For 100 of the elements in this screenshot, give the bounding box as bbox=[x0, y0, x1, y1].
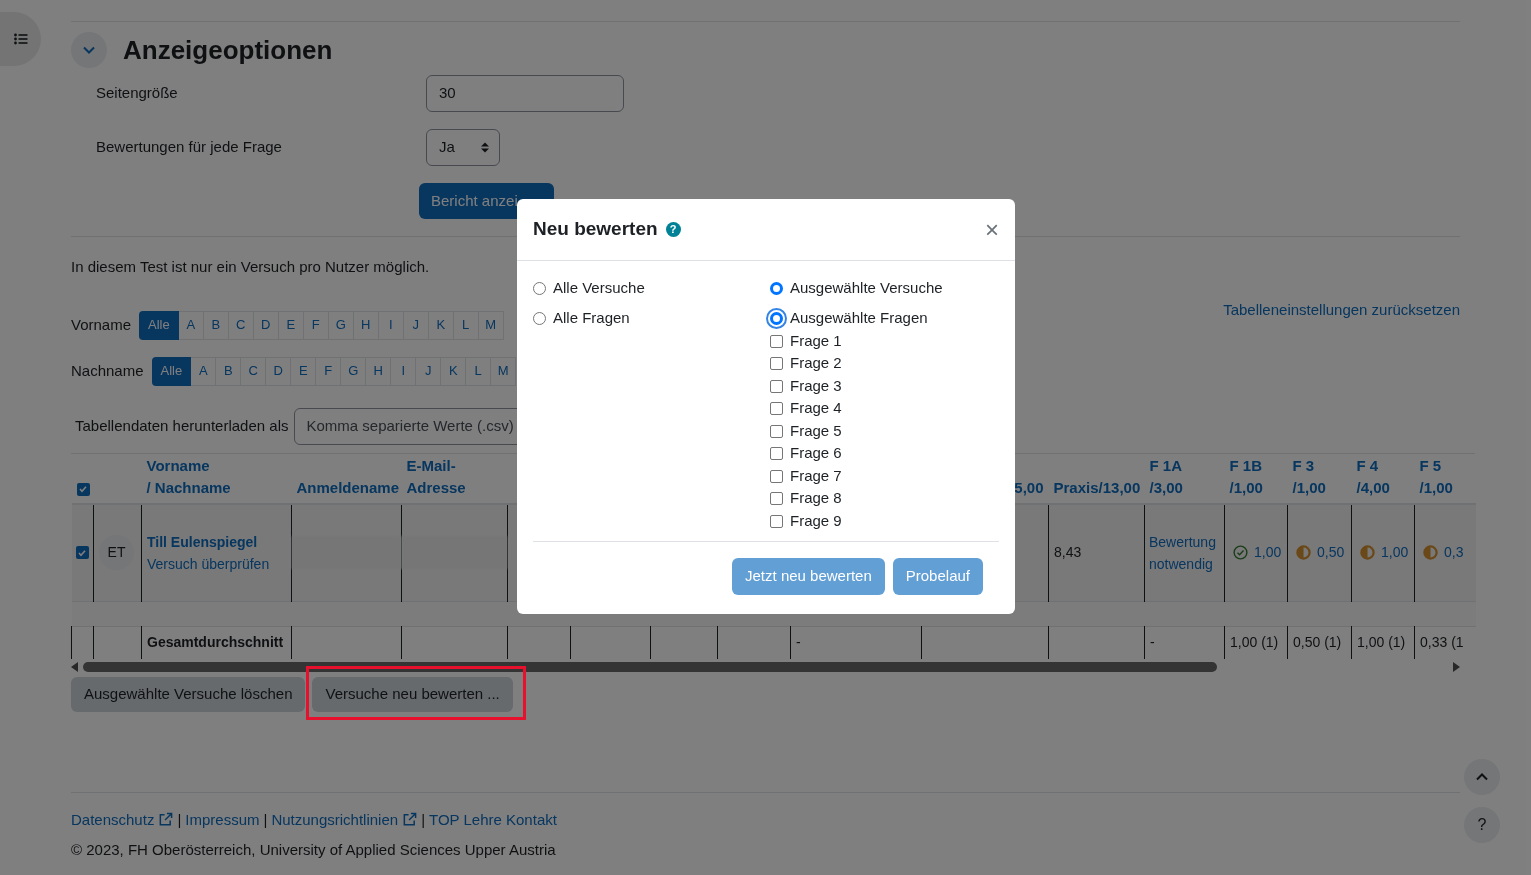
letter-filter[interactable]: I bbox=[378, 310, 404, 340]
info-text: In diesem Test ist nur ein Versuch pro Nutzer möglich. bbox=[71, 257, 431, 277]
column-header[interactable]: F 4 bbox=[1356, 454, 1410, 477]
letter-filter[interactable]: J bbox=[416, 356, 442, 386]
filter-label: Vorname bbox=[71, 314, 132, 335]
radio-button[interactable] bbox=[533, 282, 546, 295]
scroll-right-icon[interactable] bbox=[1452, 661, 1460, 672]
letter-filter[interactable]: D bbox=[253, 310, 279, 340]
letter-filter[interactable]: H bbox=[366, 356, 392, 386]
check-circle-icon bbox=[1233, 545, 1248, 561]
column-header[interactable]: F 1B bbox=[1229, 454, 1283, 477]
checkbox[interactable] bbox=[770, 357, 783, 370]
reset-link[interactable]: Tabelleneinstellungen zurücksetzen bbox=[1223, 298, 1460, 317]
letter-filter[interactable]: E bbox=[291, 356, 317, 386]
external-link-icon bbox=[158, 812, 174, 828]
table-cell: 0,50 (1) bbox=[1293, 634, 1342, 651]
close-button[interactable]: × bbox=[985, 217, 999, 242]
grade-link[interactable]: 0,50 bbox=[1317, 542, 1345, 564]
checkbox[interactable] bbox=[770, 424, 783, 438]
footer-link[interactable]: Impressum bbox=[185, 808, 260, 831]
checkbox[interactable] bbox=[75, 546, 89, 559]
select-field[interactable]: Ja bbox=[426, 129, 500, 166]
help-button[interactable]: ? bbox=[1464, 807, 1500, 843]
action-button[interactable]: Versuche neu bewerten ... bbox=[312, 676, 513, 712]
letter-filter[interactable]: A bbox=[178, 310, 204, 340]
footer-link[interactable]: TOP Lehre Kontakt bbox=[429, 808, 557, 831]
input-field[interactable]: 30 bbox=[426, 75, 624, 112]
column-header[interactable]: Praxis/13,00 bbox=[1053, 476, 1140, 499]
letter-filter[interactable]: H bbox=[353, 310, 379, 340]
letter-filter[interactable]: K bbox=[428, 310, 454, 340]
review-attempt-link[interactable]: Versuch überprüfen bbox=[147, 552, 286, 575]
table-cell: 8,43 bbox=[1054, 544, 1082, 561]
sort-icon bbox=[481, 142, 489, 153]
footer-link[interactable]: Datenschutz bbox=[71, 808, 174, 831]
letter-filter[interactable]: J bbox=[403, 310, 429, 340]
letter-filter[interactable]: D bbox=[266, 356, 292, 386]
grade-link[interactable]: 1,00 bbox=[1381, 542, 1409, 564]
table-cell: 1,00 (1) bbox=[1357, 634, 1406, 651]
letter-filter[interactable]: G bbox=[341, 356, 367, 386]
letter-filter[interactable]: L bbox=[453, 310, 479, 340]
question-label: Frage 5 bbox=[790, 420, 842, 441]
checkbox[interactable] bbox=[770, 469, 783, 483]
scrollbar-thumb[interactable] bbox=[83, 661, 1217, 672]
radio-button[interactable] bbox=[533, 312, 546, 325]
checkbox[interactable] bbox=[770, 334, 783, 348]
letter-filter[interactable]: A bbox=[191, 356, 217, 386]
column-header[interactable]: Adresse bbox=[406, 476, 503, 499]
letter-filter[interactable]: C bbox=[228, 310, 254, 340]
question-label: Frage 8 bbox=[790, 488, 842, 509]
column-header[interactable]: Vorname bbox=[146, 454, 287, 477]
help-icon[interactable]: ? bbox=[665, 222, 681, 237]
letter-filter[interactable]: Alle bbox=[151, 356, 192, 386]
letter-filter[interactable]: G bbox=[328, 310, 354, 340]
column-header[interactable]: F 1A bbox=[1149, 454, 1220, 477]
checkbox[interactable] bbox=[770, 514, 783, 528]
scroll-left-icon[interactable] bbox=[71, 661, 79, 672]
checkbox[interactable] bbox=[770, 492, 783, 505]
column-header[interactable]: Anmeldename bbox=[296, 476, 397, 499]
user-name-link[interactable]: Till Eulenspiegel bbox=[147, 530, 286, 553]
table-cell: 1,00 (1) bbox=[1230, 634, 1279, 651]
checkbox[interactable] bbox=[76, 482, 90, 496]
letter-filter[interactable]: C bbox=[241, 356, 267, 386]
letter-filter[interactable]: L bbox=[466, 356, 492, 386]
grading-link[interactable]: Bewertung notwendig bbox=[1149, 530, 1220, 575]
letter-filter[interactable]: M bbox=[491, 356, 517, 386]
letter-filter[interactable]: I bbox=[391, 356, 417, 386]
column-header[interactable]: /1,00 bbox=[1292, 476, 1347, 499]
grade-link[interactable]: 0,3 bbox=[1444, 542, 1464, 564]
checkbox[interactable] bbox=[770, 402, 783, 415]
drawer-toggle-button[interactable] bbox=[0, 12, 41, 66]
letter-filter[interactable]: B bbox=[216, 356, 242, 386]
letter-filter[interactable]: E bbox=[278, 310, 304, 340]
checkbox[interactable] bbox=[770, 379, 783, 393]
section-heading: Anzeigeoptionen bbox=[123, 37, 333, 63]
letter-filter[interactable]: M bbox=[478, 310, 504, 340]
column-header[interactable]: E-Mail- bbox=[406, 454, 503, 477]
column-header[interactable]: F 3 bbox=[1292, 454, 1347, 477]
column-header[interactable]: /1,00 bbox=[1419, 476, 1471, 499]
horizontal-scrollbar[interactable] bbox=[71, 660, 1460, 673]
column-header[interactable]: /4,00 bbox=[1356, 476, 1410, 499]
radio-button[interactable] bbox=[770, 312, 783, 325]
column-header[interactable]: /1,00 bbox=[1229, 476, 1283, 499]
column-header[interactable]: F 5 bbox=[1419, 454, 1471, 477]
user-avatar: ET bbox=[99, 535, 134, 571]
column-header[interactable]: /3,00 bbox=[1149, 476, 1220, 499]
letter-filter[interactable]: F bbox=[316, 356, 342, 386]
checkbox[interactable] bbox=[770, 447, 783, 460]
question-label: Frage 3 bbox=[790, 375, 842, 396]
letter-filter[interactable]: F bbox=[303, 310, 329, 340]
separator: | bbox=[176, 809, 183, 830]
letter-filter[interactable]: Alle bbox=[139, 310, 179, 340]
back-to-top-button[interactable] bbox=[1464, 759, 1500, 795]
grade-link[interactable]: 1,00 bbox=[1254, 542, 1282, 564]
footer-link[interactable]: Nutzungsrichtlinien bbox=[271, 808, 418, 831]
letter-filter[interactable]: K bbox=[441, 356, 467, 386]
table-cell: Gesamtdurchschnitt bbox=[147, 634, 284, 651]
letter-filter[interactable]: B bbox=[203, 310, 229, 340]
radio-button[interactable] bbox=[770, 282, 783, 295]
column-header[interactable]: / Nachname bbox=[146, 476, 287, 499]
action-button[interactable]: Ausgewählte Versuche löschen bbox=[71, 676, 306, 712]
